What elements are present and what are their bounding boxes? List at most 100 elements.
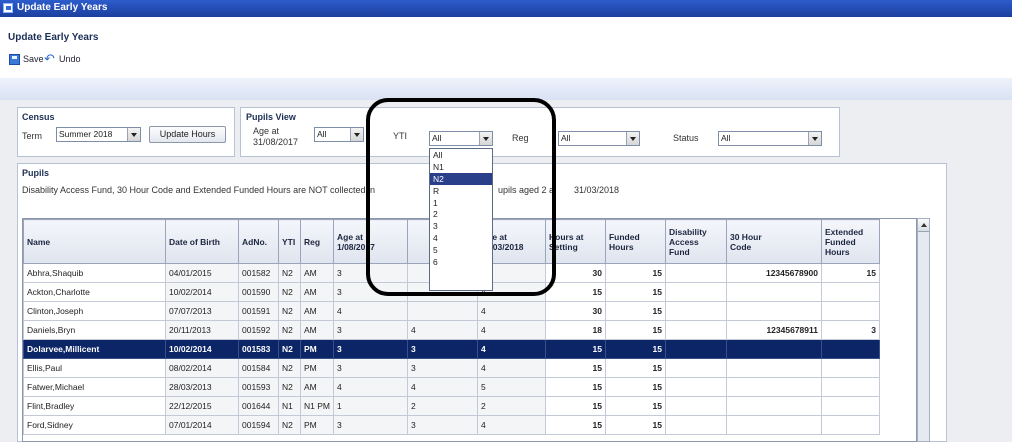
- col-extended-funded-hours[interactable]: Extended Funded Hours: [820, 219, 880, 264]
- cell-name[interactable]: Dolarvee,Millicent: [23, 339, 166, 359]
- cell-age-2017[interactable]: 4: [332, 301, 408, 321]
- cell-yti[interactable]: N2: [278, 282, 301, 302]
- cell-age-2018[interactable]: 4: [476, 358, 546, 378]
- undo-button[interactable]: Undo: [44, 51, 81, 67]
- cell-age-2018[interactable]: 4: [476, 339, 546, 359]
- cell-adno[interactable]: 001593: [238, 377, 279, 397]
- cell-30-hour-code[interactable]: [725, 377, 822, 397]
- cell-funded-hours[interactable]: 15: [604, 282, 666, 302]
- cell-dob[interactable]: 22/12/2015: [165, 396, 239, 416]
- cell-reg[interactable]: AM: [300, 263, 334, 283]
- cell-funded-hours[interactable]: 15: [604, 301, 666, 321]
- cell-reg[interactable]: AM: [300, 377, 334, 397]
- cell-disability-access-fund[interactable]: [664, 339, 727, 359]
- cell-disability-access-fund[interactable]: [664, 282, 727, 302]
- cell-name[interactable]: Ackton,Charlotte: [23, 282, 166, 302]
- cell-yti[interactable]: N2: [278, 415, 301, 435]
- cell-dob[interactable]: 08/02/2014: [165, 358, 239, 378]
- cell-dob[interactable]: 10/02/2014: [165, 339, 239, 359]
- cell-reg[interactable]: AM: [300, 320, 334, 340]
- cell-extended-funded-hours[interactable]: [820, 358, 880, 378]
- cell-age-2017[interactable]: 4: [332, 377, 408, 397]
- cell-30-hour-code[interactable]: [725, 301, 822, 321]
- col-name[interactable]: Name: [23, 219, 166, 264]
- cell-dob[interactable]: 07/01/2014: [165, 415, 239, 435]
- cell-blank[interactable]: 3: [406, 358, 478, 378]
- cell-blank[interactable]: 4: [406, 377, 478, 397]
- cell-hours-setting[interactable]: 15: [544, 396, 606, 416]
- yti-option[interactable]: 3: [430, 220, 492, 232]
- col-yti[interactable]: YTI: [278, 219, 301, 264]
- term-select[interactable]: Summer 2018: [56, 127, 141, 142]
- cell-adno[interactable]: 001590: [238, 282, 279, 302]
- cell-funded-hours[interactable]: 15: [604, 320, 666, 340]
- yti-option[interactable]: 5: [430, 244, 492, 256]
- cell-30-hour-code[interactable]: 12345678911: [725, 320, 822, 340]
- cell-disability-access-fund[interactable]: [664, 396, 727, 416]
- cell-blank[interactable]: [406, 301, 478, 321]
- yti-option[interactable]: 6: [430, 256, 492, 268]
- cell-reg[interactable]: AM: [300, 301, 334, 321]
- yti-option[interactable]: 4: [430, 232, 492, 244]
- cell-yti[interactable]: N2: [278, 358, 301, 378]
- cell-blank[interactable]: 3: [406, 415, 478, 435]
- col-dob[interactable]: Date of Birth: [165, 219, 239, 264]
- cell-funded-hours[interactable]: 15: [604, 263, 666, 283]
- cell-extended-funded-hours[interactable]: [820, 282, 880, 302]
- yti-dropdown-list[interactable]: All N1 N2 R 1 2 3 4 5 6: [429, 148, 493, 291]
- yti-option[interactable]: N2: [430, 172, 492, 185]
- yti-option[interactable]: R: [430, 185, 492, 197]
- col-age-2017[interactable]: Age at 1/08/2017: [332, 219, 408, 264]
- table-row[interactable]: Ford,Sidney 07/01/2014 001594 N2 PM 3 3 4 15 15: [23, 415, 880, 435]
- update-hours-button[interactable]: Update Hours: [149, 126, 226, 143]
- cell-extended-funded-hours[interactable]: [820, 301, 880, 321]
- cell-hours-setting[interactable]: 15: [544, 415, 606, 435]
- yti-option[interactable]: 1: [430, 197, 492, 209]
- cell-adno[interactable]: 001592: [238, 320, 279, 340]
- cell-funded-hours[interactable]: 15: [604, 358, 666, 378]
- cell-reg[interactable]: PM: [300, 339, 334, 359]
- cell-name[interactable]: Flint,Bradley: [23, 396, 166, 416]
- cell-disability-access-fund[interactable]: [664, 377, 727, 397]
- cell-adno[interactable]: 001594: [238, 415, 279, 435]
- cell-extended-funded-hours[interactable]: 15: [820, 263, 880, 283]
- reg-select[interactable]: All: [558, 131, 640, 146]
- cell-hours-setting[interactable]: 15: [544, 377, 606, 397]
- cell-name[interactable]: Fatwer,Michael: [23, 377, 166, 397]
- save-button[interactable]: Save: [9, 52, 44, 66]
- cell-adno[interactable]: 001591: [238, 301, 279, 321]
- cell-hours-setting[interactable]: 18: [544, 320, 606, 340]
- cell-disability-access-fund[interactable]: [664, 301, 727, 321]
- cell-30-hour-code[interactable]: [725, 339, 822, 359]
- status-select[interactable]: All: [718, 131, 822, 146]
- cell-name[interactable]: Abhra,Shaquib: [23, 263, 166, 283]
- cell-adno[interactable]: 001644: [238, 396, 279, 416]
- cell-name[interactable]: Clinton,Joseph: [23, 301, 166, 321]
- col-disability-access-fund[interactable]: Disability Access Fund: [664, 219, 727, 264]
- cell-30-hour-code[interactable]: [725, 396, 822, 416]
- table-row[interactable]: Daniels,Bryn 20/11/2013 001592 N2 AM 3 4 4 18 15 1…: [23, 320, 880, 340]
- cell-dob[interactable]: 10/02/2014: [165, 282, 239, 302]
- cell-disability-access-fund[interactable]: [664, 263, 727, 283]
- cell-extended-funded-hours[interactable]: 3: [820, 320, 880, 340]
- cell-blank[interactable]: 4: [406, 320, 478, 340]
- cell-funded-hours[interactable]: 15: [604, 339, 666, 359]
- table-row[interactable]: Flint,Bradley 22/12/2015 001644 N1 N1 PM 1 2 2 1…: [23, 396, 880, 416]
- cell-adno[interactable]: 001583: [238, 339, 279, 359]
- yti-option[interactable]: 2: [430, 208, 492, 220]
- cell-funded-hours[interactable]: 15: [604, 415, 666, 435]
- age-select[interactable]: All: [314, 127, 364, 142]
- col-reg[interactable]: Reg: [300, 219, 334, 264]
- cell-dob[interactable]: 04/01/2015: [165, 263, 239, 283]
- cell-disability-access-fund[interactable]: [664, 320, 727, 340]
- cell-yti[interactable]: N1: [278, 396, 301, 416]
- cell-yti[interactable]: N2: [278, 320, 301, 340]
- cell-age-2017[interactable]: 3: [332, 358, 408, 378]
- cell-hours-setting[interactable]: 30: [544, 263, 606, 283]
- cell-hours-setting[interactable]: 15: [544, 282, 606, 302]
- scroll-up-icon[interactable]: [918, 219, 929, 232]
- cell-age-2018[interactable]: 4: [476, 301, 546, 321]
- cell-age-2018[interactable]: 4: [476, 320, 546, 340]
- cell-age-2017[interactable]: 3: [332, 282, 408, 302]
- cell-age-2017[interactable]: 3: [332, 320, 408, 340]
